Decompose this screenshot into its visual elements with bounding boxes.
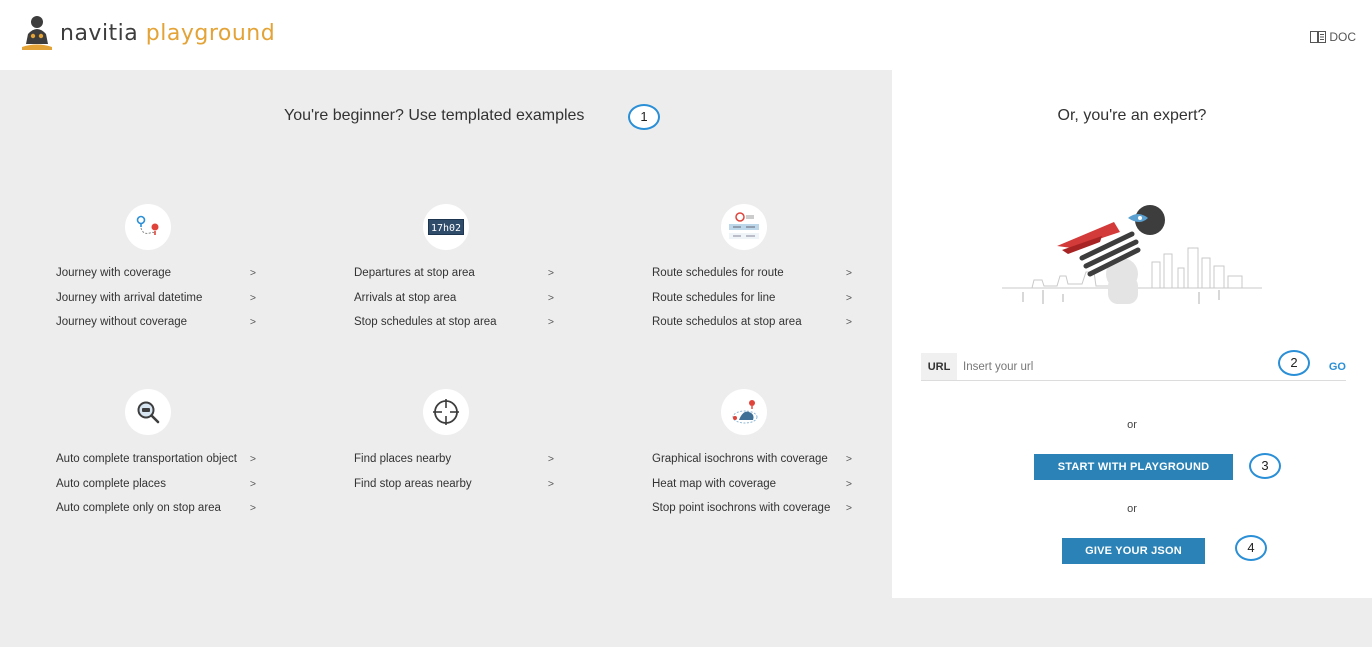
isochron-links: Graphical isochrons with coverage > Heat … bbox=[652, 452, 852, 526]
navitia-mascot-icon bbox=[22, 16, 52, 50]
doc-link[interactable]: DOC bbox=[1310, 30, 1356, 44]
autocomplete-search-icon bbox=[125, 389, 171, 435]
logo-word-playground: playground bbox=[145, 20, 276, 46]
link-departures-at-stop-area[interactable]: Departures at stop area > bbox=[354, 266, 554, 291]
chevron-right-icon: > bbox=[845, 453, 852, 465]
link-find-places-nearby[interactable]: Find places nearby > bbox=[354, 452, 554, 477]
chevron-right-icon: > bbox=[547, 291, 554, 304]
link-auto-complete-transportation-object[interactable]: Auto complete transportation object > bbox=[56, 452, 256, 477]
board-time-text: 17h02 bbox=[431, 223, 461, 234]
logo-word-navitia: navitia bbox=[60, 20, 139, 46]
link-arrivals-at-stop-area[interactable]: Arrivals at stop area > bbox=[354, 291, 554, 316]
chevron-right-icon: > bbox=[249, 502, 256, 514]
give-your-json-button[interactable]: GIVE YOUR JSON bbox=[1062, 538, 1205, 564]
link-journey-without-coverage[interactable]: Journey without coverage > bbox=[56, 315, 256, 340]
url-input[interactable] bbox=[957, 353, 1305, 380]
chevron-right-icon: > bbox=[845, 267, 852, 279]
book-icon bbox=[1310, 31, 1327, 43]
link-route-schedules-for-route[interactable]: Route schedules for route > bbox=[652, 266, 852, 291]
chevron-right-icon: > bbox=[249, 453, 256, 465]
beginner-title: You're beginner? Use templated examples bbox=[284, 107, 585, 124]
chevron-right-icon: > bbox=[547, 316, 554, 328]
chevron-right-icon: > bbox=[249, 316, 256, 328]
chevron-right-icon: > bbox=[547, 267, 554, 279]
chevron-right-icon: > bbox=[249, 477, 256, 490]
chevron-right-icon: > bbox=[249, 291, 256, 304]
autocomplete-links: Auto complete transportation object > Aut… bbox=[56, 452, 256, 526]
chevron-right-icon: > bbox=[845, 316, 852, 328]
crosshair-icon bbox=[423, 389, 469, 435]
navitia-logo[interactable]: navitia playground bbox=[20, 14, 275, 52]
link-journey-with-arrival-datetime[interactable]: Journey with arrival datetime > bbox=[56, 291, 256, 316]
route-schedule-links: Route schedules for route > Route schedul… bbox=[652, 266, 852, 340]
step-badge-2: 2 bbox=[1278, 350, 1310, 376]
departures-board-icon: 17h02 bbox=[423, 204, 469, 250]
chevron-right-icon: > bbox=[547, 453, 554, 465]
chevron-right-icon: > bbox=[845, 291, 852, 304]
doc-label: DOC bbox=[1329, 30, 1356, 44]
link-find-stop-areas-nearby[interactable]: Find stop areas nearby > bbox=[354, 477, 554, 502]
expert-title: Or, you're an expert? bbox=[1057, 107, 1207, 124]
link-stop-point-isochrons-with-coverage[interactable]: Stop point isochrons with coverage > bbox=[652, 501, 852, 526]
top-bar: navitia playground DOC bbox=[0, 0, 1372, 70]
url-label: URL bbox=[921, 353, 957, 380]
or-separator-2: or bbox=[1127, 503, 1137, 515]
chevron-right-icon: > bbox=[249, 267, 256, 279]
departures-links: Departures at stop area > Arrivals at sto… bbox=[354, 266, 554, 340]
link-stop-schedules-at-stop-area[interactable]: Stop schedules at stop area > bbox=[354, 315, 554, 340]
nearby-links: Find places nearby > Find stop areas near… bbox=[354, 452, 554, 501]
link-journey-with-coverage[interactable]: Journey with coverage > bbox=[56, 266, 256, 291]
step-badge-1: 1 bbox=[628, 104, 660, 130]
or-separator-1: or bbox=[1127, 419, 1137, 431]
link-auto-complete-places[interactable]: Auto complete places > bbox=[56, 477, 256, 502]
chevron-right-icon: > bbox=[547, 477, 554, 490]
link-heat-map-with-coverage[interactable]: Heat map with coverage > bbox=[652, 477, 852, 502]
flying-mascot-city-illustration bbox=[1002, 205, 1262, 304]
step-badge-3: 3 bbox=[1249, 453, 1281, 479]
isochron-map-icon bbox=[721, 389, 767, 435]
link-route-schedules-for-line[interactable]: Route schedules for line > bbox=[652, 291, 852, 316]
route-schedule-icon bbox=[721, 204, 767, 250]
link-graphical-isochrons-with-coverage[interactable]: Graphical isochrons with coverage > bbox=[652, 452, 852, 477]
journey-icon bbox=[125, 204, 171, 250]
link-route-schedules-at-stop-area[interactable]: Route schedulos at stop area > bbox=[652, 315, 852, 340]
start-with-playground-button[interactable]: START WITH PLAYGROUND bbox=[1034, 454, 1233, 480]
expert-panel: Or, you're an expert? URL GO bbox=[892, 70, 1372, 598]
journey-links: Journey with coverage > Journey with arri… bbox=[56, 266, 256, 340]
step-badge-4: 4 bbox=[1235, 535, 1267, 561]
logo-text: navitia playground bbox=[60, 21, 275, 46]
link-auto-complete-only-on-stop-area[interactable]: Auto complete only on stop area > bbox=[56, 501, 256, 526]
chevron-right-icon: > bbox=[845, 477, 852, 490]
chevron-right-icon: > bbox=[845, 502, 852, 514]
templated-examples-panel: You're beginner? Use templated examples … bbox=[0, 70, 892, 647]
go-button[interactable]: GO bbox=[1305, 361, 1346, 373]
